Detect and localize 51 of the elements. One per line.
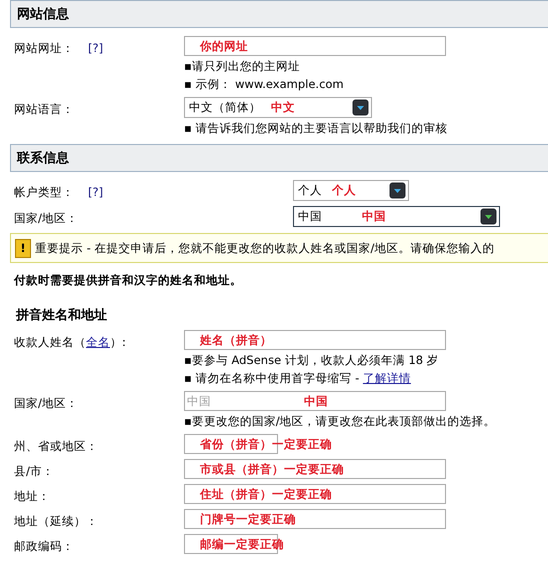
annotation-text: 省份（拼音）一定要正确 — [200, 436, 332, 452]
select-value: 中国 — [298, 209, 322, 224]
field-label: 收款人姓名（ — [14, 335, 86, 350]
select-field[interactable]: 中文（简体） 中文 — [184, 97, 372, 118]
learn-more-link[interactable]: 了解详情 — [362, 371, 411, 385]
annotation-text: 中国 — [362, 209, 386, 224]
notice-text: 重要提示 - 在提交申请后，您就不能更改您的收款人姓名或国家/地区。请确保您输入的 — [35, 240, 494, 256]
hint-text: ▪要参与 AdSense 计划，收款人必须年满 18 岁 — [184, 352, 440, 368]
label-link[interactable]: 全名 — [86, 335, 110, 350]
field-label: 州、省或地区： — [13, 438, 99, 454]
input-field[interactable] — [184, 459, 446, 479]
hint-text: ▪ 请告诉我们您网站的主要语言以帮助我们的审核 — [184, 120, 448, 136]
field-label: 国家/地区： — [13, 210, 79, 226]
annotation-text: 姓名（拼音） — [200, 333, 272, 348]
field-label: 帐户类型： — [14, 185, 74, 200]
select-value: 个人 — [298, 183, 322, 198]
annotation-text: 邮编一定要正确 — [200, 536, 284, 552]
annotation-text: 门牌号一定要正确 — [200, 512, 296, 527]
field-label: 网站语言： — [13, 101, 75, 117]
annotation-text: 个人 — [332, 183, 356, 198]
hint-text: ▪请只列出您的主网址 — [184, 58, 301, 74]
field-label: 国家/地区： — [13, 395, 79, 411]
annotation-text: 中文 — [271, 100, 295, 115]
warning-icon: ! — [15, 238, 31, 258]
section-header: 联系信息 — [10, 144, 548, 172]
input-field[interactable] — [184, 509, 446, 529]
input-field[interactable] — [184, 484, 446, 504]
input-field[interactable] — [184, 330, 446, 350]
field-label: 地址： — [13, 488, 51, 504]
help-link[interactable]: [?] — [88, 41, 104, 56]
select-field[interactable]: 个人 个人 — [293, 180, 409, 201]
hint-text: ▪要更改您的国家/地区，请更改您在此表顶部做出的选择。 — [184, 413, 497, 429]
field-label: 县/市： — [13, 463, 55, 479]
select-field[interactable]: 中国 中国 — [293, 206, 500, 227]
hint-text: ▪ 请勿在名称中使用首字母缩写 - — [184, 371, 360, 385]
section-header: 拼音姓名和地址 — [14, 306, 108, 325]
annotation-text: 市或县（拼音）一定要正确 — [200, 462, 344, 477]
annotation-text: 中国 — [304, 394, 328, 409]
hint-text: ▪ 示例： www.example.com — [184, 76, 345, 92]
input-field[interactable] — [184, 36, 446, 56]
section-header: 网站信息 — [10, 0, 548, 28]
field-label: 地址（延续）： — [13, 513, 99, 529]
annotation-text: 住址（拼音）一定要正确 — [200, 487, 332, 502]
help-link[interactable]: [?] — [88, 185, 104, 200]
annotation-text: 你的网址 — [200, 39, 248, 54]
select-value: 中文（简体） — [189, 100, 261, 115]
input-value: 中国 — [187, 394, 211, 408]
field-label: 网站网址： — [14, 41, 74, 56]
field-label: ）: — [110, 335, 126, 350]
field-label: 邮政编码： — [13, 538, 75, 554]
payment-note: 付款时需要提供拼音和汉字的姓名和地址。 — [12, 273, 243, 288]
